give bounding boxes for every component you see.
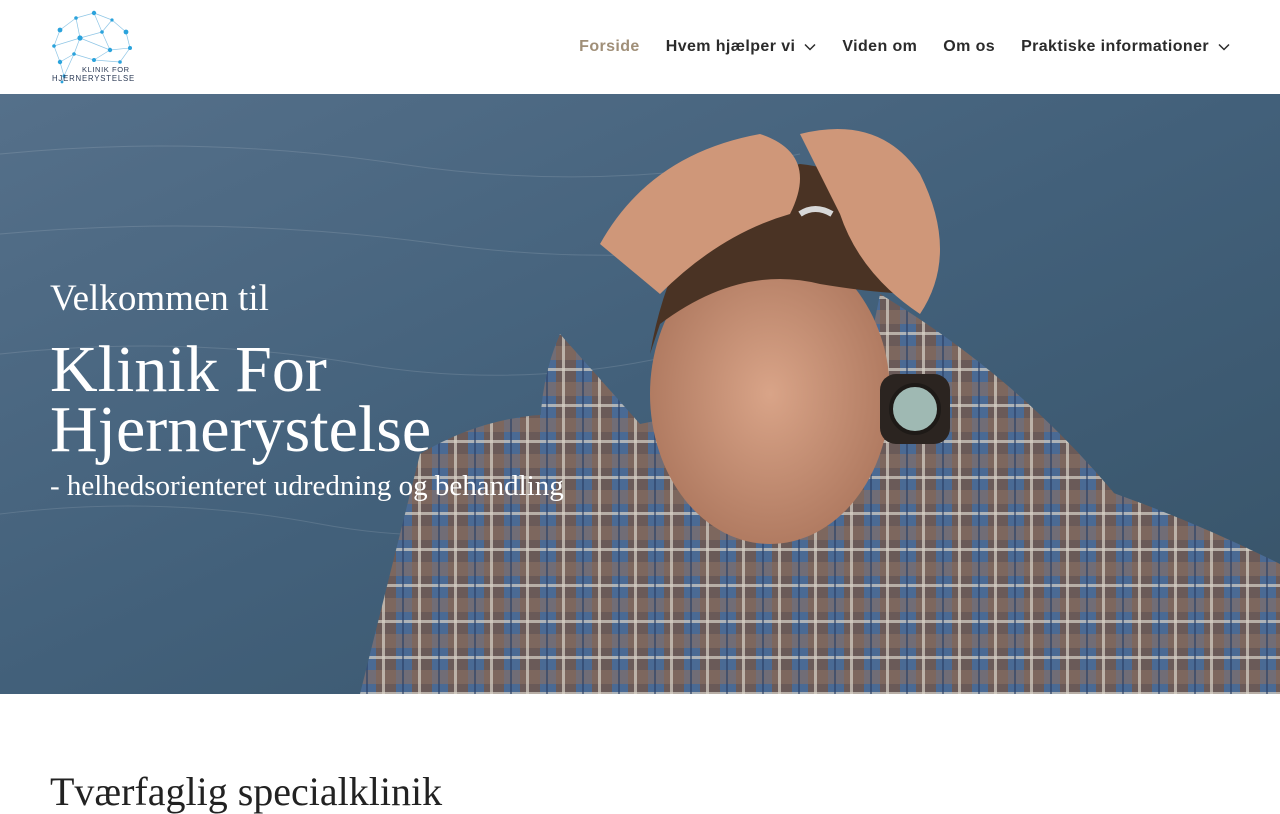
- hero-tagline: - helhedsorienteret udredning og behandl…: [50, 470, 564, 502]
- logo[interactable]: KLINIK FOR HJERNERYSTELSE: [50, 10, 150, 84]
- site-header: KLINIK FOR HJERNERYSTELSE Forside Hvem h…: [0, 0, 1280, 94]
- logo-text-line1: KLINIK FOR: [82, 65, 130, 74]
- nav-item-praktiske-informationer[interactable]: Praktiske informationer: [1021, 38, 1230, 56]
- nav-item-forside[interactable]: Forside: [579, 38, 640, 56]
- hero-title: Klinik For Hjernerystelse: [50, 333, 432, 466]
- nav-item-label: Om os: [943, 38, 996, 55]
- nav-item-viden-om[interactable]: Viden om: [842, 38, 917, 56]
- nav-item-label: Viden om: [842, 38, 918, 55]
- nav-item-label: Praktiske informationer: [1021, 38, 1209, 55]
- hero-banner: Velkommen til Klinik For Hjernerystelse …: [0, 94, 1280, 694]
- chevron-down-icon: [804, 43, 816, 51]
- section-title: Tværfaglig specialklinik: [50, 769, 443, 814]
- nav-item-label: Forside: [579, 38, 640, 55]
- hero-welcome: Velkommen til: [50, 278, 269, 319]
- chevron-down-icon: [1218, 43, 1230, 51]
- nav-item-hvem-hjaelper-vi[interactable]: Hvem hjælper vi: [666, 38, 817, 56]
- logo-text-line2: HJERNERYSTELSE: [52, 74, 135, 83]
- nav-item-om-os[interactable]: Om os: [943, 38, 995, 56]
- nav-item-label: Hvem hjælper vi: [665, 38, 796, 55]
- main-nav: Forside Hvem hjælper vi Viden om Om os P…: [553, 0, 1230, 94]
